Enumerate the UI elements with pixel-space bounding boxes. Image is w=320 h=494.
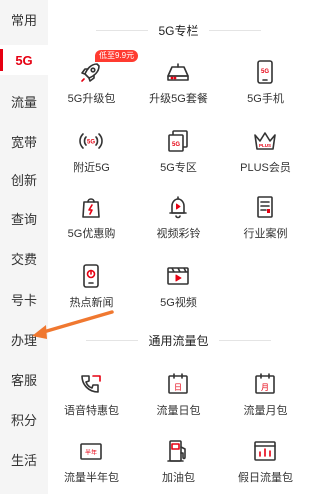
- rocket-icon: [77, 58, 105, 86]
- section-title-5g: 5G专栏: [48, 20, 309, 40]
- svg-text:日: 日: [174, 383, 182, 392]
- signal-5g-icon: 5G: [77, 127, 105, 155]
- sidebar-item-label: 积分: [10, 412, 37, 428]
- phone-5g-icon: 5G: [251, 58, 279, 86]
- tile-label: 假日流量包: [238, 472, 293, 484]
- tile-label: PLUS会员: [240, 162, 291, 174]
- crown-plus-icon: PLUS: [251, 127, 279, 155]
- tile-5g-zone[interactable]: 5G 5G专区: [135, 127, 222, 189]
- calendar-day-icon: 日: [164, 370, 192, 398]
- sidebar-item-label: 宽带: [10, 134, 37, 150]
- tile-label: 视频彩铃: [156, 228, 201, 240]
- tile-label: 流量月包: [243, 405, 288, 417]
- sidebar-item-label: 常用: [10, 12, 37, 28]
- sidebar-item-payment[interactable]: 交费: [0, 243, 48, 273]
- sidebar-item-innovation[interactable]: 创新: [0, 164, 48, 194]
- tile-nearby-5g[interactable]: 5G 附近5G: [48, 127, 135, 189]
- tile-label: 热点新闻: [69, 297, 114, 309]
- sidebar-item-label: 客服: [10, 372, 37, 388]
- svg-text:5G: 5G: [172, 142, 180, 148]
- tile-5g-upgrade-pack[interactable]: 低至9.9元 5G升级包: [48, 50, 139, 120]
- svg-text:5G: 5G: [87, 140, 95, 146]
- tile-5g-discount-shop[interactable]: 5G优惠购: [48, 193, 135, 255]
- sidebar-item-life[interactable]: 生活: [0, 444, 48, 474]
- sidebar-item-5g[interactable]: 5G: [0, 45, 48, 75]
- tile-holiday-data-pack[interactable]: 假日流量包: [222, 437, 309, 494]
- sidebar-item-label: 号卡: [10, 292, 37, 308]
- tile-label: 行业案例: [243, 228, 288, 240]
- divider: [218, 339, 271, 341]
- tile-label: 升级5G套餐: [149, 93, 208, 105]
- calendar-month-icon: 月: [251, 370, 279, 398]
- sidebar-item-points[interactable]: 积分: [0, 404, 48, 434]
- sidebar-item-label: 生活: [10, 452, 37, 468]
- sidebar-item-sim-card[interactable]: 号卡: [0, 284, 48, 314]
- divider: [208, 29, 261, 31]
- tile-half-year-data-pack[interactable]: 半年 流量半年包: [48, 437, 135, 494]
- document-icon: [251, 193, 279, 221]
- section-title-text: 5G专栏: [158, 23, 199, 38]
- fuel-icon: [164, 437, 192, 465]
- holiday-chart-icon: [251, 437, 279, 465]
- price-badge: 低至9.9元: [95, 50, 139, 62]
- tile-upgrade-5g-plan[interactable]: 升级5G套餐: [135, 58, 222, 120]
- svg-text:5G: 5G: [261, 69, 269, 75]
- bell-icon: [164, 193, 192, 221]
- sidebar-item-label: 交费: [10, 251, 37, 267]
- half-year-icon: 半年: [77, 437, 105, 465]
- shopping-bag-icon: [77, 193, 105, 221]
- tile-label: 5G优惠购: [67, 228, 116, 240]
- tile-label: 5G手机: [247, 93, 284, 105]
- sidebar-item-data[interactable]: 流量: [0, 86, 48, 116]
- sidebar-item-common[interactable]: 常用: [0, 4, 48, 34]
- cards-5g-icon: 5G: [164, 127, 192, 155]
- sidebar-item-broadband[interactable]: 宽带: [0, 126, 48, 156]
- divider: [96, 29, 149, 31]
- section-title-text: 通用流量包: [148, 333, 209, 348]
- sidebar-item-label: 查询: [10, 211, 37, 227]
- tile-daily-data-pack[interactable]: 日 流量日包: [135, 370, 222, 432]
- tile-5g-phone[interactable]: 5G 5G手机: [222, 58, 309, 120]
- router-icon: [164, 58, 192, 86]
- sidebar-item-label: 流量: [10, 94, 37, 110]
- tile-label: 5G专区: [160, 162, 197, 174]
- svg-text:PLUS: PLUS: [259, 143, 271, 148]
- sidebar-item-query[interactable]: 查询: [0, 203, 48, 233]
- tile-label: 5G视频: [160, 297, 197, 309]
- tile-plus-membership[interactable]: PLUS PLUS会员: [222, 127, 309, 189]
- main-content: 5G专栏 低至9.9元 5G升级包 升级5G套餐 5G 5G手机 5G 附近5G…: [48, 0, 309, 494]
- divider: [86, 339, 139, 341]
- tile-label: 加油包: [162, 472, 195, 484]
- tile-label: 附近5G: [73, 162, 110, 174]
- phone-call-icon: [77, 370, 105, 398]
- news-phone-icon: [77, 262, 105, 290]
- sidebar-item-label: 5G: [15, 52, 33, 68]
- tile-hot-news[interactable]: 热点新闻: [48, 262, 135, 324]
- section-title-data-packs: 通用流量包: [48, 330, 309, 350]
- tile-fuel-pack[interactable]: 加油包: [135, 437, 222, 494]
- tile-video-ringtone[interactable]: 视频彩铃: [135, 193, 222, 255]
- tile-label: 5G升级包: [67, 93, 116, 105]
- tile-label: 流量半年包: [64, 472, 119, 484]
- tile-label: 流量日包: [156, 405, 201, 417]
- video-icon: [164, 262, 192, 290]
- svg-text:半年: 半年: [85, 449, 97, 457]
- sidebar-item-label: 创新: [10, 172, 37, 188]
- sidebar-item-label: 办理: [10, 332, 37, 348]
- tile-monthly-data-pack[interactable]: 月 流量月包: [222, 370, 309, 432]
- tile-5g-video[interactable]: 5G视频: [135, 262, 222, 324]
- tile-voice-pack[interactable]: 语音特惠包: [48, 370, 135, 432]
- sidebar-item-apply[interactable]: 办理: [0, 324, 48, 354]
- category-sidebar: 常用 5G 流量 宽带 创新 查询 交费 号卡 办理 客服 积分 生活: [0, 0, 48, 494]
- tile-label: 语音特惠包: [64, 405, 119, 417]
- sidebar-item-service[interactable]: 客服: [0, 364, 48, 394]
- svg-text:月: 月: [261, 383, 269, 392]
- tile-industry-cases[interactable]: 行业案例: [222, 193, 309, 255]
